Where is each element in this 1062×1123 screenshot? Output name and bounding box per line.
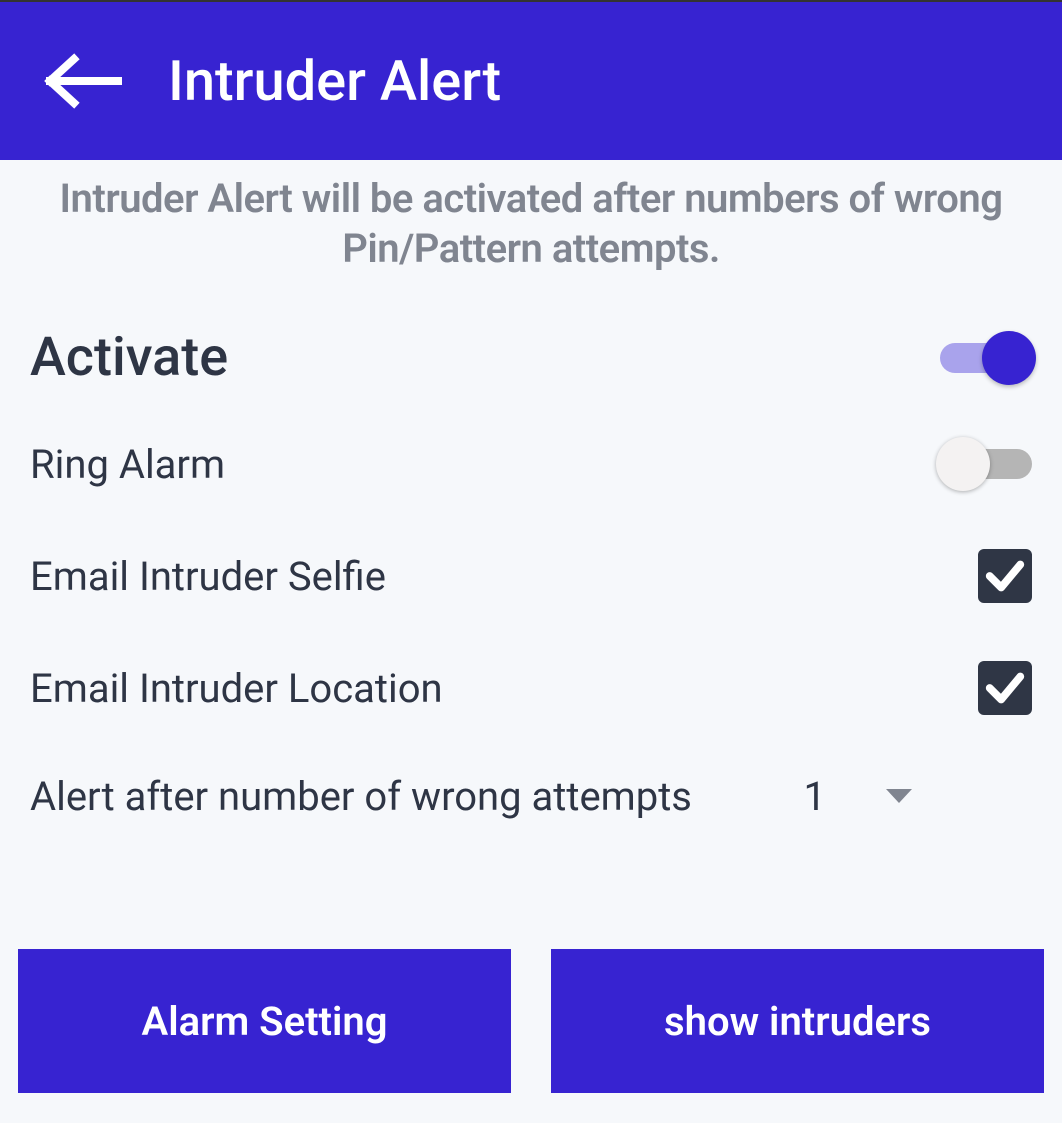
description-text: Intruder Alert will be activated after n… <box>0 160 1062 274</box>
email-selfie-label: Email Intruder Selfie <box>30 553 386 600</box>
arrow-left-icon <box>44 53 124 109</box>
settings-list: Activate Ring Alarm Email Intruder Selfi… <box>0 274 1062 844</box>
alarm-setting-button[interactable]: Alarm Setting <box>18 949 511 1093</box>
ring-alarm-row: Ring Alarm <box>30 413 1032 515</box>
content-area: Intruder Alert will be activated after n… <box>0 160 1062 1123</box>
email-location-row: Email Intruder Location <box>30 627 1032 739</box>
ring-alarm-toggle[interactable] <box>940 437 1032 491</box>
activate-row: Activate <box>30 302 1032 413</box>
check-icon <box>982 665 1028 711</box>
bottom-button-row: Alarm Setting show intruders <box>0 949 1062 1123</box>
email-selfie-checkbox[interactable] <box>978 549 1032 603</box>
email-location-label: Email Intruder Location <box>30 665 443 712</box>
attempts-row: Alert after number of wrong attempts 1 <box>30 739 1032 844</box>
switch-thumb <box>936 437 990 491</box>
page-title: Intruder Alert <box>168 48 501 114</box>
switch-thumb <box>982 331 1036 385</box>
attempts-value: 1 <box>804 773 826 820</box>
ring-alarm-label: Ring Alarm <box>30 441 225 488</box>
activate-label: Activate <box>30 326 228 389</box>
intruder-alert-screen: Intruder Alert Intruder Alert will be ac… <box>0 0 1062 1123</box>
attempts-dropdown[interactable]: 1 <box>804 773 1032 820</box>
attempts-label: Alert after number of wrong attempts <box>30 773 692 820</box>
email-location-checkbox[interactable] <box>978 661 1032 715</box>
back-button[interactable] <box>40 37 128 125</box>
chevron-down-icon <box>886 789 912 805</box>
activate-toggle[interactable] <box>940 331 1032 385</box>
app-bar: Intruder Alert <box>0 0 1062 160</box>
show-intruders-button[interactable]: show intruders <box>551 949 1044 1093</box>
email-selfie-row: Email Intruder Selfie <box>30 515 1032 627</box>
check-icon <box>982 553 1028 599</box>
